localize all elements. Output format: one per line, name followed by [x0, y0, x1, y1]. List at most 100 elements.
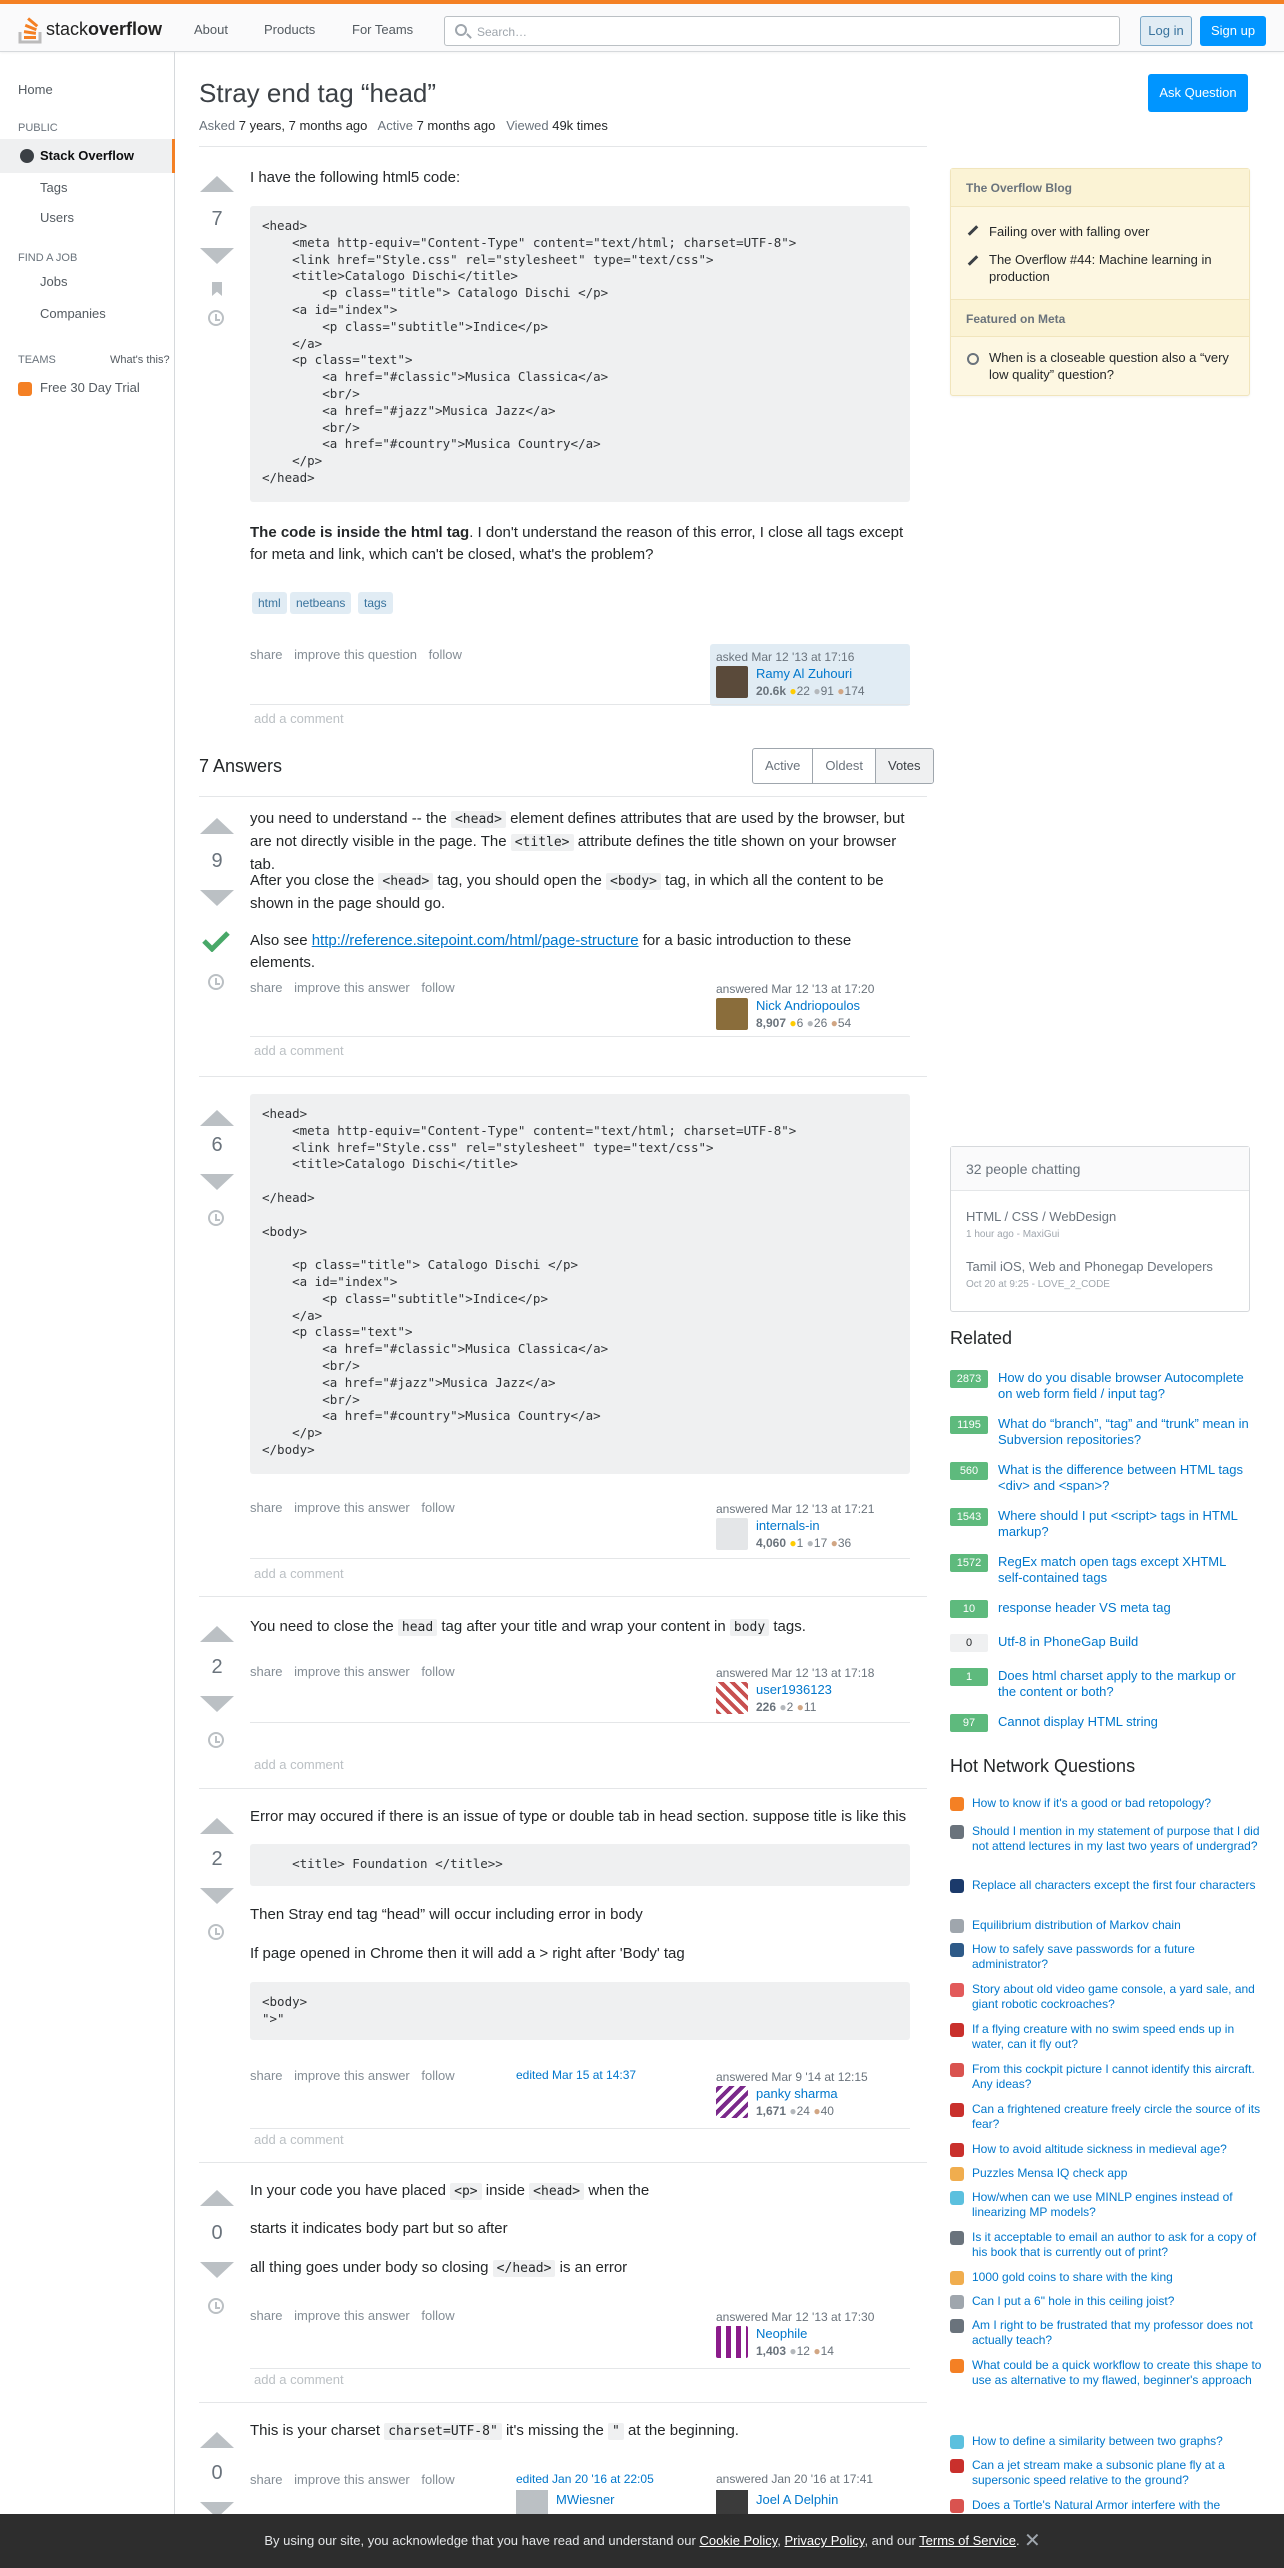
- user-name[interactable]: user1936123: [756, 1682, 832, 1697]
- add-comment-link[interactable]: add a comment: [254, 2372, 344, 2387]
- follow-link[interactable]: follow: [421, 1664, 454, 1679]
- share-link[interactable]: share: [250, 2308, 283, 2323]
- avatar[interactable]: [716, 1518, 748, 1550]
- user-name[interactable]: internals-in: [756, 1518, 820, 1533]
- blog-item[interactable]: Failing over with falling over: [989, 223, 1229, 240]
- avatar[interactable]: [716, 666, 748, 698]
- history-icon[interactable]: [208, 1210, 224, 1226]
- close-icon[interactable]: ✕: [1024, 2514, 1041, 2568]
- downvote-button[interactable]: [200, 2262, 234, 2278]
- nav-tags[interactable]: Tags: [40, 180, 67, 195]
- downvote-button[interactable]: [200, 890, 234, 906]
- terms-link[interactable]: Terms of Service: [919, 2533, 1016, 2548]
- add-comment-link[interactable]: add a comment: [254, 1043, 344, 1058]
- nav-home[interactable]: Home: [18, 82, 53, 97]
- editor-name[interactable]: MWiesner: [556, 2492, 615, 2507]
- upvote-button[interactable]: [200, 818, 234, 834]
- avatar[interactable]: [716, 2326, 748, 2358]
- history-icon[interactable]: [208, 1924, 224, 1940]
- downvote-button[interactable]: [200, 1888, 234, 1904]
- avatar[interactable]: [716, 1682, 748, 1714]
- teams-whats-this-link[interactable]: What's this?: [110, 354, 170, 366]
- improve-link[interactable]: improve this answer: [294, 2308, 410, 2323]
- downvote-button[interactable]: [200, 1696, 234, 1712]
- nav-jobs[interactable]: Jobs: [40, 274, 67, 289]
- follow-link[interactable]: follow: [429, 647, 462, 662]
- tag-netbeans[interactable]: netbeans: [290, 592, 352, 614]
- upvote-button[interactable]: [200, 176, 234, 192]
- search-input[interactable]: Search…: [444, 16, 1120, 46]
- improve-link[interactable]: improve this question: [294, 647, 417, 662]
- active-value[interactable]: 7 months ago: [417, 118, 496, 133]
- add-comment-link[interactable]: add a comment: [254, 1757, 344, 1772]
- tab-oldest[interactable]: Oldest: [813, 749, 876, 783]
- login-button[interactable]: Log in: [1140, 16, 1192, 46]
- nav-about[interactable]: About: [194, 22, 228, 37]
- nav-users[interactable]: Users: [40, 210, 74, 225]
- history-icon[interactable]: [208, 2298, 224, 2314]
- edited-link[interactable]: edited Jan 20 '16 at 22:05: [516, 2472, 654, 2486]
- nav-companies[interactable]: Companies: [40, 306, 106, 321]
- share-link[interactable]: share: [250, 1500, 283, 1515]
- improve-link[interactable]: improve this answer: [294, 1664, 410, 1679]
- page-title[interactable]: Stray end tag “head”: [199, 78, 436, 109]
- meta-item[interactable]: When is a closeable question also a “ver…: [989, 349, 1229, 383]
- share-link[interactable]: share: [250, 2068, 283, 2083]
- follow-link[interactable]: follow: [421, 2308, 454, 2323]
- history-icon[interactable]: [208, 310, 224, 326]
- tab-active[interactable]: Active: [753, 749, 814, 783]
- history-icon[interactable]: [208, 1732, 224, 1748]
- chat-room-name[interactable]: HTML / CSS / WebDesign: [966, 1209, 1116, 1224]
- share-link[interactable]: share: [250, 1664, 283, 1679]
- upvote-button[interactable]: [200, 2190, 234, 2206]
- chat-header[interactable]: 32 people chatting: [951, 1147, 1249, 1191]
- downvote-button[interactable]: [200, 248, 234, 264]
- upvote-button[interactable]: [200, 1110, 234, 1126]
- tab-votes[interactable]: Votes: [875, 749, 933, 783]
- follow-link[interactable]: follow: [421, 980, 454, 995]
- share-link[interactable]: share: [250, 980, 283, 995]
- tag-html[interactable]: html: [252, 592, 287, 614]
- upvote-button[interactable]: [200, 1818, 234, 1834]
- share-link[interactable]: share: [250, 2472, 283, 2487]
- nav-stackoverflow[interactable]: Stack Overflow: [40, 148, 134, 163]
- user-name[interactable]: Joel A Delphin: [756, 2492, 838, 2507]
- downvote-button[interactable]: [200, 1174, 234, 1190]
- avatar[interactable]: [716, 2490, 748, 2514]
- add-comment-link[interactable]: add a comment: [254, 2132, 344, 2147]
- improve-link[interactable]: improve this answer: [294, 1500, 410, 1515]
- bookmark-icon[interactable]: [212, 282, 222, 296]
- blog-item[interactable]: The Overflow #44: Machine learning in pr…: [989, 251, 1229, 285]
- ask-question-button[interactable]: Ask Question: [1148, 74, 1248, 112]
- stackoverflow-logo[interactable]: stack overflow: [18, 14, 162, 44]
- avatar[interactable]: [716, 2086, 748, 2118]
- external-link[interactable]: http://reference.sitepoint.com/html/page…: [312, 932, 639, 949]
- user-name[interactable]: Neophile: [756, 2326, 807, 2341]
- add-comment-link[interactable]: add a comment: [254, 1566, 344, 1581]
- user-name[interactable]: panky sharma: [756, 2086, 838, 2101]
- avatar[interactable]: [716, 998, 748, 1030]
- add-comment-link[interactable]: add a comment: [254, 711, 344, 726]
- improve-link[interactable]: improve this answer: [294, 2472, 410, 2487]
- nav-products[interactable]: Products: [264, 22, 315, 37]
- avatar[interactable]: [516, 2490, 548, 2514]
- user-name[interactable]: Nick Andriopoulos: [756, 998, 860, 1013]
- upvote-button[interactable]: [200, 1626, 234, 1642]
- edited-link[interactable]: edited Mar 15 at 14:37: [516, 2068, 636, 2082]
- nav-for-teams[interactable]: For Teams: [352, 22, 413, 37]
- user-name[interactable]: Ramy Al Zuhouri: [756, 666, 852, 681]
- improve-link[interactable]: improve this answer: [294, 2068, 410, 2083]
- signup-button[interactable]: Sign up: [1200, 16, 1266, 46]
- follow-link[interactable]: follow: [421, 1500, 454, 1515]
- chat-room-name[interactable]: Tamil iOS, Web and Phonegap Developers: [966, 1259, 1213, 1274]
- tag-tags[interactable]: tags: [358, 592, 393, 614]
- nav-free-trial[interactable]: Free 30 Day Trial: [40, 380, 140, 395]
- upvote-button[interactable]: [200, 2432, 234, 2448]
- follow-link[interactable]: follow: [421, 2068, 454, 2083]
- privacy-policy-link[interactable]: Privacy Policy: [785, 2533, 865, 2548]
- share-link[interactable]: share: [250, 647, 283, 662]
- cookie-policy-link[interactable]: Cookie Policy: [699, 2533, 777, 2548]
- history-icon[interactable]: [208, 974, 224, 990]
- improve-link[interactable]: improve this answer: [294, 980, 410, 995]
- follow-link[interactable]: follow: [421, 2472, 454, 2487]
